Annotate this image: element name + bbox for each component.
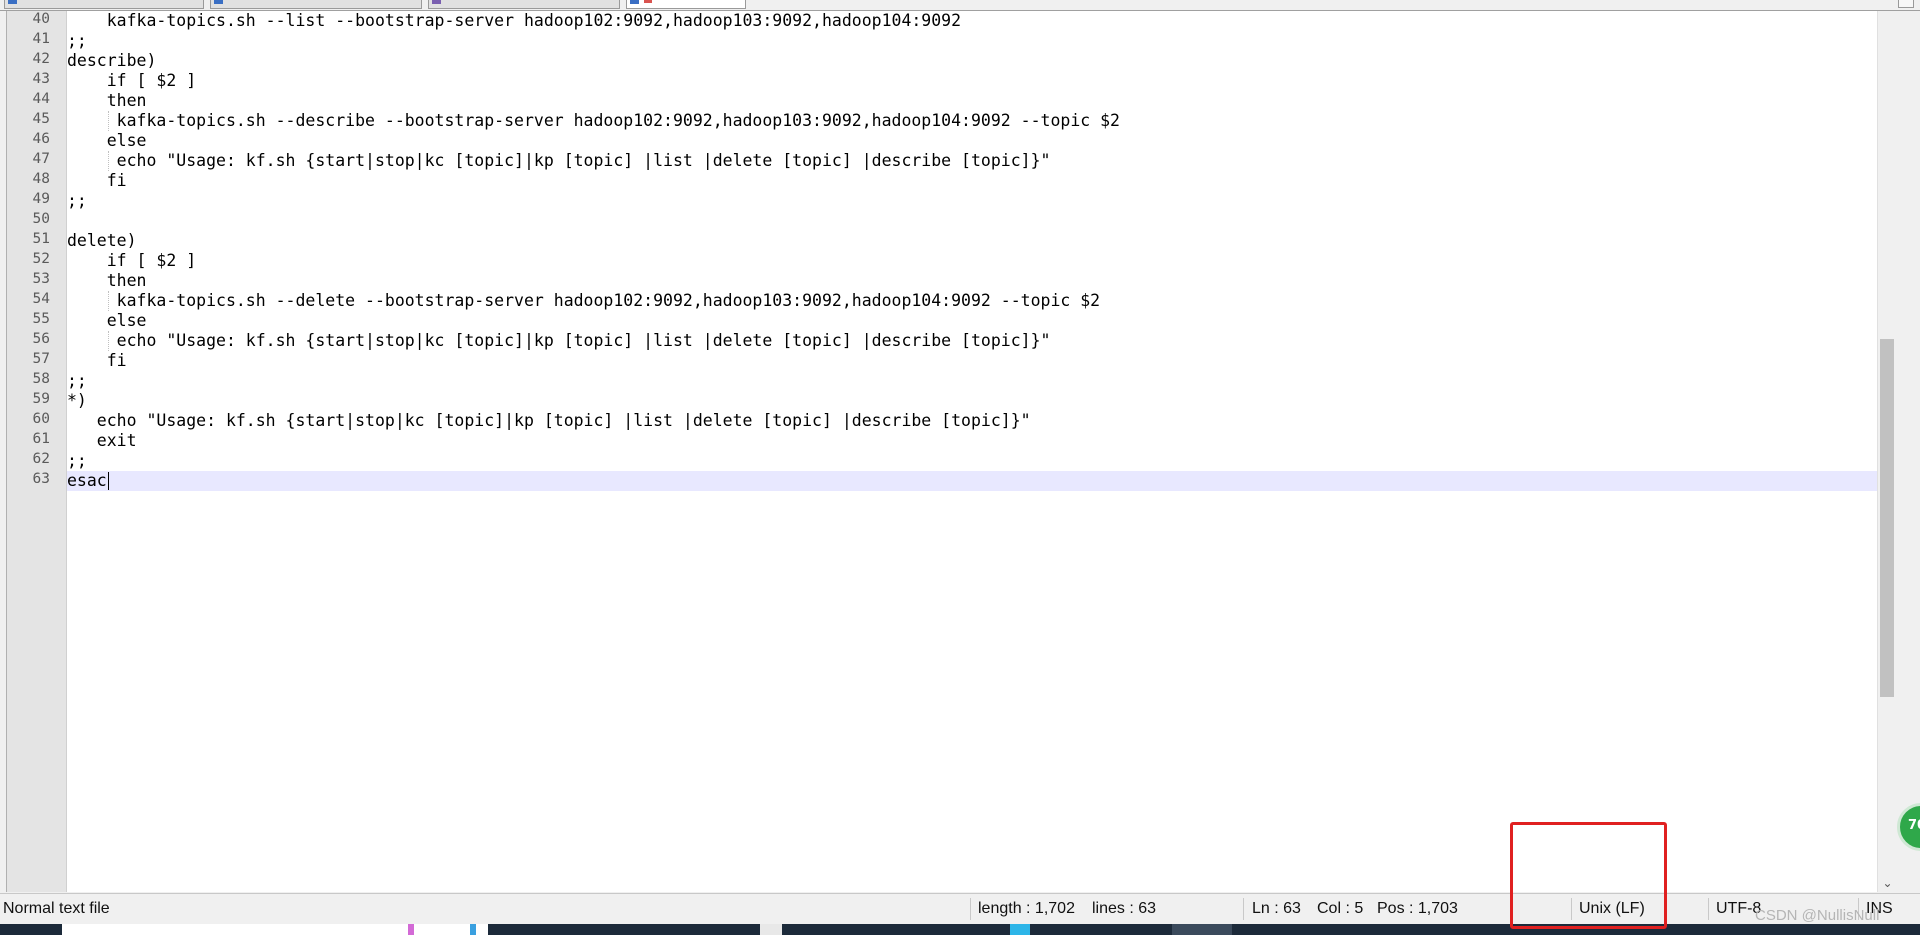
line-number: 58 [32, 371, 50, 387]
line-number: 51 [32, 231, 50, 247]
code-line[interactable]: kafka-topics.sh --describe --bootstrap-s… [67, 111, 1120, 131]
notepad-plus-plus-window: 40 41 42 43 44 45 46 47 48 49 50 51 52 53 54 55 56 57 58 59… [0, 0, 1920, 935]
taskbar-app-icon[interactable] [760, 924, 782, 935]
taskbar-active-app[interactable] [1172, 924, 1232, 935]
code-line[interactable]: *) [67, 391, 87, 411]
status-divider [1708, 898, 1709, 920]
line-number: 59 [32, 391, 50, 407]
status-lines: lines : 63 [1092, 900, 1157, 917]
line-number: 45 [32, 111, 50, 127]
line-number: 50 [32, 211, 50, 227]
tab-strip [0, 0, 1920, 11]
taskbar-app-icon[interactable] [470, 924, 476, 935]
code-line[interactable]: if [ $2 ] [67, 71, 196, 91]
code-line[interactable]: fi [67, 351, 127, 371]
line-number: 42 [32, 51, 50, 67]
taskbar-search-box[interactable] [62, 924, 488, 935]
status-ln: Ln : 63 [1252, 900, 1301, 917]
code-line[interactable]: fi [67, 171, 127, 191]
line-number: 48 [32, 171, 50, 187]
line-number: 61 [32, 431, 50, 447]
line-number: 56 [32, 331, 50, 347]
status-divider [970, 898, 971, 920]
text-caret [107, 472, 109, 490]
status-file-type: Normal text file [3, 900, 110, 917]
status-col: Col : 5 [1317, 900, 1364, 917]
code-line[interactable]: exit [67, 431, 137, 451]
close-tab-icon[interactable] [644, 0, 652, 4]
file-tab-active[interactable] [626, 0, 746, 9]
file-tab-1[interactable] [4, 0, 204, 9]
scroll-down-arrow-icon[interactable]: ⌄ [1878, 874, 1897, 892]
line-number: 47 [32, 151, 50, 167]
line-number: 49 [32, 191, 50, 207]
line-number: 43 [32, 71, 50, 87]
code-line[interactable]: ;; [67, 191, 87, 211]
code-line[interactable]: ;; [67, 371, 87, 391]
line-number: 40 [32, 11, 50, 27]
file-icon [630, 0, 639, 4]
line-number: 46 [32, 131, 50, 147]
code-line[interactable]: kafka-topics.sh --delete --bootstrap-ser… [67, 291, 1100, 311]
code-line[interactable]: else [67, 131, 147, 151]
line-number: 52 [32, 251, 50, 267]
line-number-gutter: 40 41 42 43 44 45 46 47 48 49 50 51 52 53 54 55 56 57 58 59… [7, 11, 67, 892]
file-icon [8, 0, 17, 4]
file-tab-2[interactable] [210, 0, 422, 9]
code-line[interactable]: else [67, 311, 147, 331]
code-line[interactable]: ;; [67, 31, 87, 51]
floating-badge-value: 70 [1908, 818, 1920, 833]
code-line[interactable]: then [67, 91, 147, 111]
current-line-highlight [67, 471, 1897, 491]
taskbar-app-icon[interactable] [1010, 924, 1030, 935]
code-line[interactable]: echo "Usage: kf.sh {start|stop|kc [topic… [67, 411, 1031, 431]
code-line[interactable]: if [ $2 ] [67, 251, 196, 271]
tab-scroll-button[interactable] [1898, 0, 1914, 8]
code-line[interactable]: describe) [67, 51, 156, 71]
code-line[interactable]: delete) [67, 231, 137, 251]
line-number: 63 [32, 471, 50, 487]
file-icon [432, 0, 441, 4]
vertical-scrollbar[interactable]: ⌄ [1877, 11, 1897, 892]
status-length: length : 1,702 [978, 900, 1075, 917]
code-line[interactable]: esac [67, 471, 107, 491]
line-number: 44 [32, 91, 50, 107]
line-number: 41 [32, 31, 50, 47]
watermark: CSDN @NullisNull [1755, 907, 1880, 924]
annotation-highlight-box [1510, 822, 1667, 929]
floating-badge-widget[interactable]: 70 [1897, 803, 1920, 851]
line-number: 57 [32, 351, 50, 367]
scrollbar-thumb[interactable] [1880, 339, 1894, 697]
taskbar-app-icon[interactable] [408, 924, 414, 935]
status-divider [1243, 898, 1244, 920]
file-icon [214, 0, 223, 4]
status-pos: Pos : 1,703 [1377, 900, 1458, 917]
code-area[interactable]: kafka-topics.sh --list --bootstrap-serve… [67, 11, 1897, 892]
code-line[interactable]: kafka-topics.sh --list --bootstrap-serve… [67, 11, 961, 31]
text-editor[interactable]: 40 41 42 43 44 45 46 47 48 49 50 51 52 53 54 55 56 57 58 59… [6, 11, 1897, 892]
line-number: 60 [32, 411, 50, 427]
line-number: 53 [32, 271, 50, 287]
code-line[interactable]: ;; [67, 451, 87, 471]
code-line[interactable]: echo "Usage: kf.sh {start|stop|kc [topic… [67, 331, 1051, 351]
file-tab-3[interactable] [428, 0, 620, 9]
code-line[interactable]: then [67, 271, 147, 291]
line-number: 54 [32, 291, 50, 307]
line-number: 62 [32, 451, 50, 467]
code-line[interactable]: echo "Usage: kf.sh {start|stop|kc [topic… [67, 151, 1051, 171]
line-number: 55 [32, 311, 50, 327]
